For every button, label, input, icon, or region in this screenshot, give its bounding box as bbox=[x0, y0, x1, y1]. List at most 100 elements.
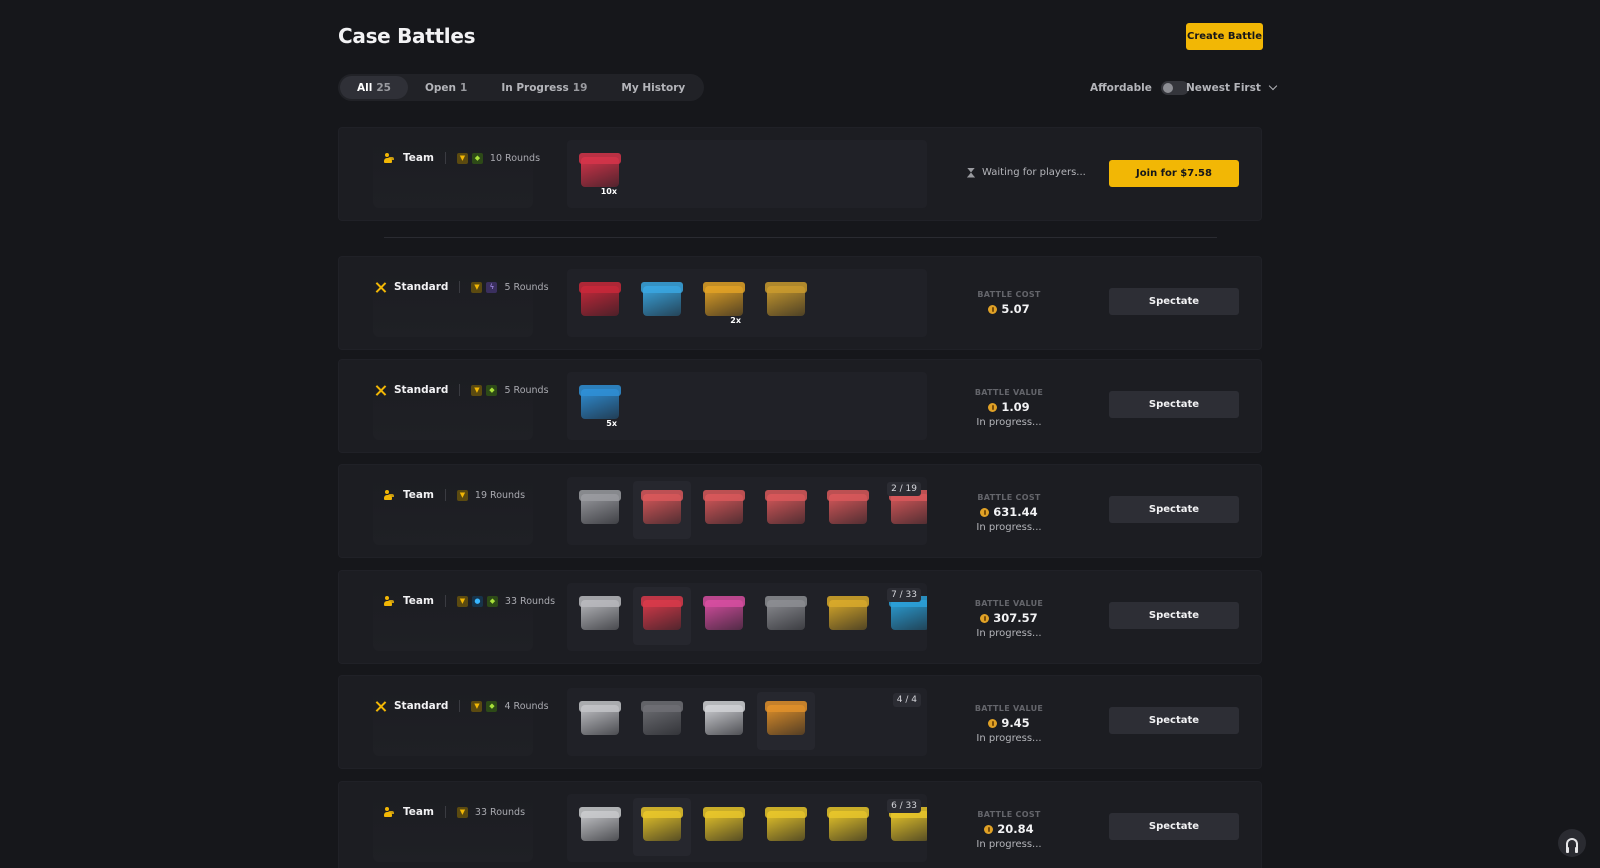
status-sub: In progress... bbox=[976, 628, 1042, 639]
separator bbox=[444, 152, 446, 164]
mode-label: Team bbox=[403, 152, 434, 164]
case-lid bbox=[703, 596, 745, 607]
case-lid bbox=[641, 807, 683, 818]
case-thumbnail bbox=[695, 692, 753, 750]
mode-label: Team bbox=[403, 489, 434, 501]
drop-icon: ● bbox=[471, 595, 483, 607]
swords-icon bbox=[375, 385, 386, 396]
trophy-icon: ▼ bbox=[471, 384, 483, 396]
status-value: 9.45 bbox=[1001, 716, 1030, 730]
case-thumbnail bbox=[819, 481, 877, 539]
tag-icon: ◆ bbox=[486, 595, 498, 607]
status-text: Waiting for players... bbox=[982, 167, 1086, 178]
status-value-wrap: 307.57 bbox=[939, 611, 1079, 625]
tab-open[interactable]: Open 1 bbox=[408, 76, 484, 99]
separator bbox=[444, 595, 446, 607]
battle-info: Team ▼ ◆ 10 Rounds bbox=[373, 140, 540, 208]
case-lid bbox=[765, 701, 807, 712]
battle-row: Standard ▼ ◆ 4 Rounds 4 / 4 BATTLE VALUE 9.45 I… bbox=[338, 675, 1262, 769]
spectate-button[interactable]: Spectate bbox=[1109, 496, 1239, 523]
battle-mode: Team ▼ 33 Rounds bbox=[384, 804, 525, 820]
status-sub: In progress... bbox=[976, 522, 1042, 533]
sort-dropdown[interactable]: Newest First bbox=[1186, 79, 1278, 97]
tab-count: 25 bbox=[376, 81, 391, 94]
coin-icon bbox=[988, 402, 998, 412]
spectate-button[interactable]: Spectate bbox=[1109, 391, 1239, 418]
case-lid bbox=[765, 490, 807, 501]
tab-label: In Progress bbox=[501, 81, 569, 94]
status-label: BATTLE VALUE bbox=[974, 704, 1044, 713]
status-value-wrap: 20.84 bbox=[939, 822, 1079, 836]
spectate-button[interactable]: Spectate bbox=[1109, 813, 1239, 840]
rounds-label: 4 Rounds bbox=[504, 700, 549, 712]
affordable-toggle[interactable] bbox=[1160, 81, 1189, 95]
tab-all[interactable]: All 25 bbox=[340, 76, 408, 99]
battle-row: Standard ▼ ϟ 5 Rounds 2x BATTLE COST 5.07 Spect… bbox=[338, 256, 1262, 350]
battle-info: Standard ▼ ◆ 4 Rounds bbox=[373, 688, 549, 756]
case-thumbnail bbox=[571, 692, 629, 750]
tab-my-history[interactable]: My History bbox=[604, 76, 702, 99]
battle-status: BATTLE VALUE 307.57 In progress... bbox=[939, 599, 1079, 639]
separator bbox=[444, 806, 446, 818]
battle-info: Team ▼ 19 Rounds bbox=[373, 477, 533, 545]
spectate-button[interactable]: Spectate bbox=[1109, 602, 1239, 629]
tab-label: My History bbox=[621, 81, 686, 94]
case-thumbnail bbox=[571, 273, 629, 331]
case-thumbnail bbox=[695, 481, 753, 539]
tab-label: All bbox=[357, 81, 373, 94]
trophy-icon: ▼ bbox=[471, 700, 483, 712]
battle-mode: Standard ▼ ϟ 5 Rounds bbox=[375, 279, 549, 295]
affordable-filter: Affordable bbox=[1090, 79, 1189, 97]
round-counter: 4 / 4 bbox=[892, 693, 921, 707]
round-counter: 2 / 19 bbox=[887, 482, 921, 496]
rounds-label: 33 Rounds bbox=[504, 595, 556, 607]
status-value-wrap: 631.44 bbox=[939, 505, 1079, 519]
case-thumbnail bbox=[633, 798, 691, 856]
join-battle-button[interactable]: Join for $7.58 bbox=[1109, 160, 1239, 187]
case-lid bbox=[641, 490, 683, 501]
spectate-button[interactable]: Spectate bbox=[1109, 707, 1239, 734]
status-value: 20.84 bbox=[997, 822, 1034, 836]
separator bbox=[459, 700, 461, 712]
swords-icon bbox=[375, 282, 386, 293]
status-sub: In progress... bbox=[976, 417, 1042, 428]
case-lid bbox=[703, 807, 745, 818]
case-thumbnail bbox=[757, 692, 815, 750]
spectate-button[interactable]: Spectate bbox=[1109, 288, 1239, 315]
case-multiplier: 5x bbox=[606, 419, 617, 428]
case-lid bbox=[579, 701, 621, 712]
case-lid bbox=[703, 282, 745, 293]
status-value: 1.09 bbox=[1001, 400, 1030, 414]
battle-tabs: All 25 Open 1 In Progress 19 My History bbox=[338, 74, 705, 101]
section-divider bbox=[384, 237, 1217, 238]
mode-label: Team bbox=[403, 595, 434, 607]
trophy-icon: ▼ bbox=[471, 281, 483, 293]
battle-status: BATTLE COST 5.07 bbox=[939, 290, 1079, 316]
round-counter: 6 / 33 bbox=[887, 799, 921, 813]
case-strip: 5x bbox=[567, 372, 927, 440]
tab-in-progress[interactable]: In Progress 19 bbox=[484, 76, 604, 99]
case-thumbnail: 5x bbox=[571, 376, 629, 434]
battle-info: Team ▼ ● ◆ 33 Rounds bbox=[373, 583, 555, 651]
status-sub: In progress... bbox=[976, 733, 1042, 744]
status-label: BATTLE COST bbox=[977, 493, 1041, 502]
battle-status: BATTLE COST 20.84 In progress... bbox=[939, 810, 1079, 850]
tab-count: 1 bbox=[460, 81, 468, 94]
rounds-label: 19 Rounds bbox=[474, 489, 526, 501]
case-lid bbox=[827, 807, 869, 818]
trophy-icon: ▼ bbox=[456, 152, 468, 164]
create-battle-button[interactable]: Create Battle bbox=[1186, 23, 1263, 50]
case-lid bbox=[579, 490, 621, 501]
battle-status: BATTLE VALUE 9.45 In progress... bbox=[939, 704, 1079, 744]
sort-label: Newest First bbox=[1186, 82, 1261, 94]
battle-mode: Team ▼ 19 Rounds bbox=[384, 487, 525, 503]
separator bbox=[459, 384, 461, 396]
separator bbox=[444, 489, 446, 501]
case-lid bbox=[765, 596, 807, 607]
battle-row: Standard ▼ ◆ 5 Rounds 5x BATTLE VALUE 1.09 In p… bbox=[338, 359, 1262, 453]
case-lid bbox=[765, 807, 807, 818]
support-button[interactable] bbox=[1558, 829, 1586, 857]
case-thumbnail bbox=[571, 587, 629, 645]
status-value-wrap: 9.45 bbox=[939, 716, 1079, 730]
battle-mode: Standard ▼ ◆ 4 Rounds bbox=[375, 698, 549, 714]
